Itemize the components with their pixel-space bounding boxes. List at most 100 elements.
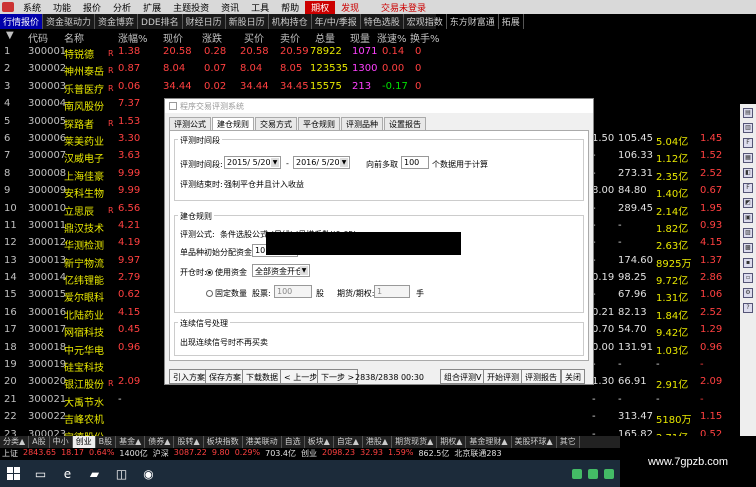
bottom-tab[interactable]: 期权▲ [437, 436, 467, 448]
toolbar-chart-icon[interactable]: ▤ [743, 108, 753, 118]
toolbar-news-icon[interactable]: ▦ [743, 153, 753, 163]
import-plan-button[interactable]: 引入方案 [169, 369, 209, 384]
tab-expand[interactable]: 拓展 [499, 14, 524, 29]
download-data-button[interactable]: 下载数据 [242, 369, 282, 384]
capital-option-dropdown-icon[interactable]: ▼ [300, 266, 308, 275]
tray-app-icon[interactable] [572, 468, 582, 479]
bottom-tab[interactable]: 基金理财▲ [466, 436, 512, 448]
bottom-tab[interactable]: 港美联动 [243, 436, 282, 448]
windows-start-button[interactable] [0, 460, 27, 487]
header-ask[interactable]: 卖价 [280, 30, 300, 45]
menu-tools[interactable]: 工具 [245, 1, 275, 14]
tab-close-rules[interactable]: 平仓规则 [298, 117, 340, 131]
fixed-qty-radio[interactable]: 固定数量 [206, 288, 247, 299]
table-row[interactable]: 3 300003 乐普医疗 R 0.06 34.44 0.02 34.44 34.45 15575… [0, 79, 740, 96]
next-step-button[interactable]: 下一步 > [317, 369, 359, 384]
store-icon[interactable]: ◫ [108, 460, 135, 487]
menu-theme-invest[interactable]: 主题投资 [167, 1, 215, 14]
bottom-tab[interactable]: 债券▲ [145, 436, 175, 448]
toolbar-settings-icon[interactable]: ⚙ [743, 288, 753, 298]
tab-macro-index[interactable]: 宏观指数 [404, 14, 447, 29]
menu-system[interactable]: 系统 [17, 1, 47, 14]
tab-trade-mode[interactable]: 交易方式 [255, 117, 297, 131]
tab-capital-game[interactable]: 资金博弈 [95, 14, 139, 29]
bottom-tab[interactable]: 板块指数 [204, 436, 243, 448]
file-explorer-icon[interactable]: ▰ [81, 460, 108, 487]
header-name[interactable]: 名称 [64, 30, 84, 45]
edge-browser-icon[interactable]: e [54, 460, 81, 487]
toolbar-rank-icon[interactable]: ▩ [743, 243, 753, 253]
tab-test-varieties[interactable]: 评测品种 [341, 117, 383, 131]
tab-open-rules[interactable]: 建仓规则 [212, 117, 254, 131]
tab-ipo-calendar[interactable]: 新股日历 [226, 14, 269, 29]
toolbar-select-icon[interactable]: ▣ [743, 213, 753, 223]
tab-institution-holdings[interactable]: 机构持仓 [269, 14, 312, 29]
server-name[interactable]: 北京联通283 [454, 448, 501, 460]
use-capital-radio-dot[interactable] [206, 269, 213, 276]
bottom-tab[interactable]: 美股环球▲ [512, 436, 557, 448]
save-plan-button[interactable]: 保存方案 [205, 369, 245, 384]
test-report-button[interactable]: 评测报告 [521, 369, 561, 384]
header-current-vol[interactable]: 现量 [350, 30, 370, 45]
bottom-tab[interactable]: 港股▲ [363, 436, 393, 448]
close-dialog-button[interactable]: 关闭 [561, 369, 585, 384]
tab-reports[interactable]: 年/中/季报 [312, 14, 361, 29]
task-view-icon[interactable]: ▭ [27, 460, 54, 487]
header-speed[interactable]: 涨速% [377, 30, 407, 45]
tab-finance-calendar[interactable]: 财经日历 [183, 14, 226, 29]
bottom-tab[interactable]: 自选 [282, 436, 305, 448]
table-row[interactable]: 22 300022 吉峰农机 - 313.47 5180万 1.15 [0, 409, 740, 426]
tray-volume-icon[interactable] [604, 468, 614, 479]
bottom-tab[interactable]: 其它 [557, 436, 580, 448]
toolbar-kline-icon[interactable]: ▥ [743, 123, 753, 133]
combo-test-button[interactable]: 组合评测V [440, 369, 486, 384]
toolbar-warning-icon[interactable]: ◩ [743, 198, 753, 208]
tab-eastmoney[interactable]: 东方财富通 [447, 14, 499, 29]
toolbar-help-icon[interactable]: ? [743, 303, 753, 313]
bottom-tab[interactable]: B股 [96, 436, 117, 448]
menu-help[interactable]: 帮助 [275, 1, 305, 14]
toolbar-sector-icon[interactable]: ▨ [743, 228, 753, 238]
bottom-tab[interactable]: 分类▲ [0, 436, 30, 448]
header-sort-icon[interactable]: ▼ [6, 30, 14, 41]
tab-special-picks[interactable]: 特色选股 [361, 14, 404, 29]
date-to-picker[interactable]: 2016/ 5/20 ▼ [293, 156, 350, 169]
table-row[interactable]: 21 300021 大禹节水 - - - - - [0, 392, 740, 409]
tab-report-settings[interactable]: 设置报告 [384, 117, 426, 131]
capital-option-select[interactable]: 全部资金开仓 ▼ [252, 264, 310, 277]
lookback-input[interactable]: 100 [401, 156, 429, 169]
header-code[interactable]: 代码 [28, 30, 48, 45]
tab-capital-drive[interactable]: 资金驱动力 [43, 14, 96, 29]
shares-input[interactable]: 100 [274, 285, 312, 298]
date-to-dropdown-icon[interactable]: ▼ [340, 158, 348, 167]
bottom-tab[interactable]: 中小 [50, 436, 73, 448]
header-bid[interactable]: 买价 [244, 30, 264, 45]
toolbar-calc-icon[interactable]: ▪ [743, 258, 753, 268]
menu-function[interactable]: 功能 [47, 1, 77, 14]
tab-dde-rank[interactable]: DDE排名 [138, 14, 183, 29]
bottom-tab[interactable]: 板块▲ [305, 436, 334, 448]
date-from-dropdown-icon[interactable]: ▼ [271, 158, 279, 167]
toolbar-trade-icon[interactable]: ◧ [743, 168, 753, 178]
date-from-picker[interactable]: 2015/ 5/20 ▼ [224, 156, 281, 169]
bottom-tab[interactable]: 基金▲ [116, 436, 146, 448]
header-price[interactable]: 现价 [163, 30, 183, 45]
header-change-pct[interactable]: 涨幅% [118, 30, 148, 45]
start-test-button[interactable]: 开始评测 [483, 369, 523, 384]
use-capital-radio[interactable]: 使用资金 [206, 267, 247, 278]
login-status[interactable]: 交易未登录 [381, 1, 426, 14]
tray-network-icon[interactable] [588, 468, 598, 479]
tab-test-formula[interactable]: 评测公式 [169, 117, 211, 131]
menu-discover[interactable]: 发现 [335, 1, 365, 14]
toolbar-finance-icon[interactable]: F [743, 183, 753, 193]
bottom-tab[interactable]: 股转▲ [174, 436, 204, 448]
toolbar-print-icon[interactable]: ▫ [743, 273, 753, 283]
futures-input[interactable]: 1 [374, 285, 410, 298]
bottom-tab[interactable]: 创业 [72, 436, 96, 448]
menu-analysis[interactable]: 分析 [107, 1, 137, 14]
menu-options[interactable]: 期权 [305, 0, 336, 14]
table-row[interactable]: 2 300002 神州泰岳 R 0.87 8.04 0.07 8.04 8.05 123535 13… [0, 61, 740, 78]
header-volume[interactable]: 总量 [315, 30, 335, 45]
table-row[interactable]: 1 300001 特锐德 R 1.38 20.58 0.28 20.58 20.59 78922 1… [0, 44, 740, 61]
bottom-tab[interactable]: 自定▲ [334, 436, 363, 448]
